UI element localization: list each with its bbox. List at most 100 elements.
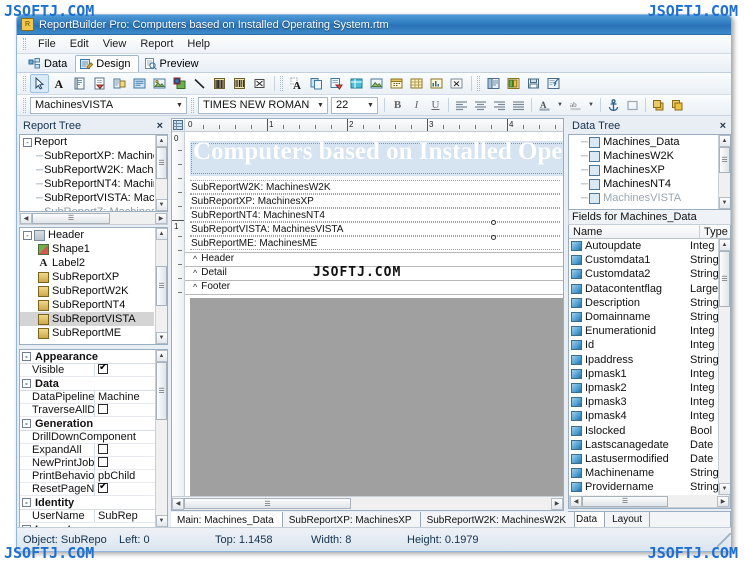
fields-column-type[interactable]: Type: [700, 225, 730, 239]
page-tab-subreportxp[interactable]: SubReportXP: MachinesXP: [282, 512, 421, 528]
run-report-icon[interactable]: [544, 74, 563, 93]
resize-handle[interactable]: [491, 220, 496, 225]
prop-row-traversealldata[interactable]: TraverseAllData: [20, 403, 155, 417]
formatbar-grip-2[interactable]: [191, 97, 194, 113]
fields-rows[interactable]: Autoupdate Integ Customdata1 String Custom…: [569, 239, 730, 495]
data-tree-item-machinesnt4[interactable]: ─ MachinesNT4: [569, 177, 717, 191]
dbimage-tool[interactable]: [150, 74, 169, 93]
structure-item-subreportme[interactable]: SubReportME: [20, 326, 154, 340]
menu-item-edit[interactable]: Edit: [63, 36, 96, 52]
scroll-down-icon[interactable]: ▼: [718, 483, 730, 495]
band-label-detail[interactable]: ^ Detail: [193, 267, 227, 278]
toolbar-grip-2[interactable]: [280, 76, 283, 91]
close-icon[interactable]: ×: [155, 120, 165, 132]
scroll-down-icon[interactable]: ▼: [155, 515, 167, 527]
field-row[interactable]: Description String: [569, 296, 718, 310]
tree-item-subreportw2k[interactable]: ─ SubReportW2K: MachinesW2K: [20, 163, 154, 177]
scroll-thumb[interactable]: ☰: [719, 251, 730, 307]
select-pointer-tool[interactable]: [30, 74, 49, 93]
fields-list-panel[interactable]: Name Type Autoupdate Integ Customdata1 Str…: [568, 225, 731, 509]
structure-item-subreportxp[interactable]: SubReportXP: [20, 270, 154, 284]
prop-row-resetpageno[interactable]: ResetPageNo: [20, 482, 155, 496]
prop-row-drilldowncomponent[interactable]: DrillDownComponent: [20, 431, 155, 444]
align-justify-icon[interactable]: [509, 96, 528, 114]
italic-button[interactable]: I: [407, 96, 426, 114]
tree-item-subreportvista[interactable]: ─ SubReportVISTA: MachinesVISTA: [20, 191, 154, 205]
tree-item-subreportz[interactable]: ─ SubReportZ: MachinesZ: [20, 205, 154, 211]
menu-item-file[interactable]: File: [31, 36, 63, 52]
prop-row-username[interactable]: UserName SubRep: [20, 510, 155, 523]
report-design-canvas[interactable]: Computers based on Installed Operating S…: [185, 132, 563, 496]
scroll-thumb[interactable]: ☰: [32, 212, 110, 224]
expander-icon[interactable]: -: [22, 419, 31, 428]
fields-column-name[interactable]: Name: [569, 225, 700, 239]
prop-value[interactable]: SubRep: [94, 510, 155, 522]
prop-row-visible[interactable]: Visible: [20, 363, 155, 377]
structure-item-subreportvista[interactable]: SubReportVISTA: [20, 312, 154, 326]
align-center-icon[interactable]: [471, 96, 490, 114]
report-tree-hscrollbar[interactable]: ◀ ☰ ▶: [19, 212, 168, 225]
dbtext-tool[interactable]: [110, 74, 129, 93]
field-row[interactable]: Islocked Bool: [569, 423, 718, 437]
field-row[interactable]: Enumerationid Integ: [569, 324, 718, 338]
band-label-footer[interactable]: ^ Footer: [193, 281, 230, 292]
dbbarcode-tool[interactable]: [230, 74, 249, 93]
data-tree-item-machines-data[interactable]: ─ Machines_Data: [569, 135, 717, 149]
tree-item-subreportnt4[interactable]: ─ SubReportNT4: MachinesNT4: [20, 177, 154, 191]
copy-region-icon[interactable]: [307, 74, 326, 93]
chevron-down-icon[interactable]: ▼: [173, 98, 186, 113]
scroll-left-icon[interactable]: ◀: [570, 495, 582, 507]
prop-group-identity[interactable]: - Identity: [20, 496, 155, 510]
data-tree-item-machinesw2k[interactable]: ─ MachinesW2K: [569, 149, 717, 163]
field-row[interactable]: Customdata1 String: [569, 253, 718, 267]
prop-group-appearance[interactable]: - Appearance: [20, 350, 155, 364]
menu-item-help[interactable]: Help: [180, 36, 217, 52]
data-tree[interactable]: ─ Machines_Data ─ MachinesW2K ─ Machines…: [568, 134, 731, 210]
prop-group-data[interactable]: - Data: [20, 377, 155, 391]
field-row[interactable]: Autoupdate Integ: [569, 239, 718, 253]
expander-icon[interactable]: -: [23, 137, 32, 147]
scroll-thumb[interactable]: ☰: [156, 362, 167, 420]
structure-tree-vscrollbar[interactable]: ▲ ☰ ▼: [155, 228, 167, 344]
scroll-thumb[interactable]: ☰: [156, 147, 167, 179]
prop-row-printbehavior[interactable]: PrintBehavior pbChild: [20, 470, 155, 483]
field-row[interactable]: Machinename String: [569, 466, 718, 480]
field-row[interactable]: Customdata2 String: [569, 267, 718, 281]
highlight-chevron-down-icon[interactable]: ▼: [585, 96, 597, 114]
scroll-left-icon[interactable]: ◀: [20, 212, 32, 224]
anchor-icon[interactable]: [604, 96, 623, 114]
subreport-line-xp[interactable]: SubReportXP: MachinesXP: [190, 194, 561, 208]
field-row[interactable]: Ipaddress String: [569, 353, 718, 367]
report-title-text[interactable]: Computers based on Installed Operating: [193, 138, 563, 166]
toolbar-grip-3[interactable]: [477, 76, 480, 91]
report-explorer-icon[interactable]: [484, 74, 503, 93]
band-label-header[interactable]: ^ Header: [193, 253, 234, 264]
prop-value[interactable]: Machine: [94, 391, 155, 403]
close-icon[interactable]: ×: [718, 120, 728, 132]
menu-grip[interactable]: [23, 38, 26, 50]
expander-icon[interactable]: -: [22, 498, 31, 507]
structure-item-shape1[interactable]: Shape1: [20, 242, 154, 256]
save-report-icon[interactable]: [524, 74, 543, 93]
vertical-ruler[interactable]: 0 1: [172, 132, 185, 496]
scroll-left-icon[interactable]: ◀: [172, 497, 184, 510]
report-tree[interactable]: - Report ─ SubReportXP: MachinesXP ─ Sub…: [19, 134, 168, 212]
menu-item-report[interactable]: Report: [133, 36, 180, 52]
page-tab-main[interactable]: Main: Machines_Data: [171, 512, 283, 528]
object-inspector[interactable]: - Appearance Visible - Data DataPipeline…: [19, 349, 168, 528]
text-format-icon[interactable]: A: [287, 74, 306, 93]
structure-item-label2[interactable]: A Label2: [20, 256, 154, 270]
traversealldata-checkbox[interactable]: [98, 403, 108, 414]
report-tree-vscrollbar[interactable]: ▲ ☰ ▼: [155, 135, 167, 211]
field-row[interactable]: Ipmask4 Integ: [569, 409, 718, 423]
prop-value[interactable]: [94, 363, 155, 377]
fields-vscrollbar[interactable]: ▲ ☰ ▼: [718, 239, 730, 495]
scroll-up-icon[interactable]: ▲: [718, 239, 730, 251]
paste-region-icon[interactable]: [327, 74, 346, 93]
scroll-track[interactable]: [110, 213, 155, 224]
horizontal-ruler[interactable]: 0 1 2 3 4: [185, 119, 563, 132]
checkbox-tool[interactable]: [250, 74, 269, 93]
expandall-checkbox[interactable]: [98, 443, 108, 454]
prop-row-expandall[interactable]: ExpandAll: [20, 443, 155, 457]
field-row[interactable]: Lastscanagedate Date: [569, 438, 718, 452]
